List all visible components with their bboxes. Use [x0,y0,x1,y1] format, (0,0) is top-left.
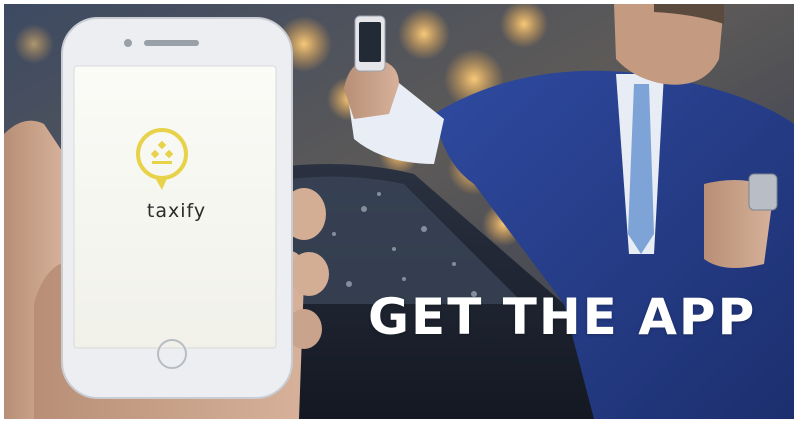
get-the-app-headline: GET THE APP [368,288,757,346]
taxify-brand-name: taxify [146,200,207,222]
banner: taxify GET THE APP [4,4,794,419]
